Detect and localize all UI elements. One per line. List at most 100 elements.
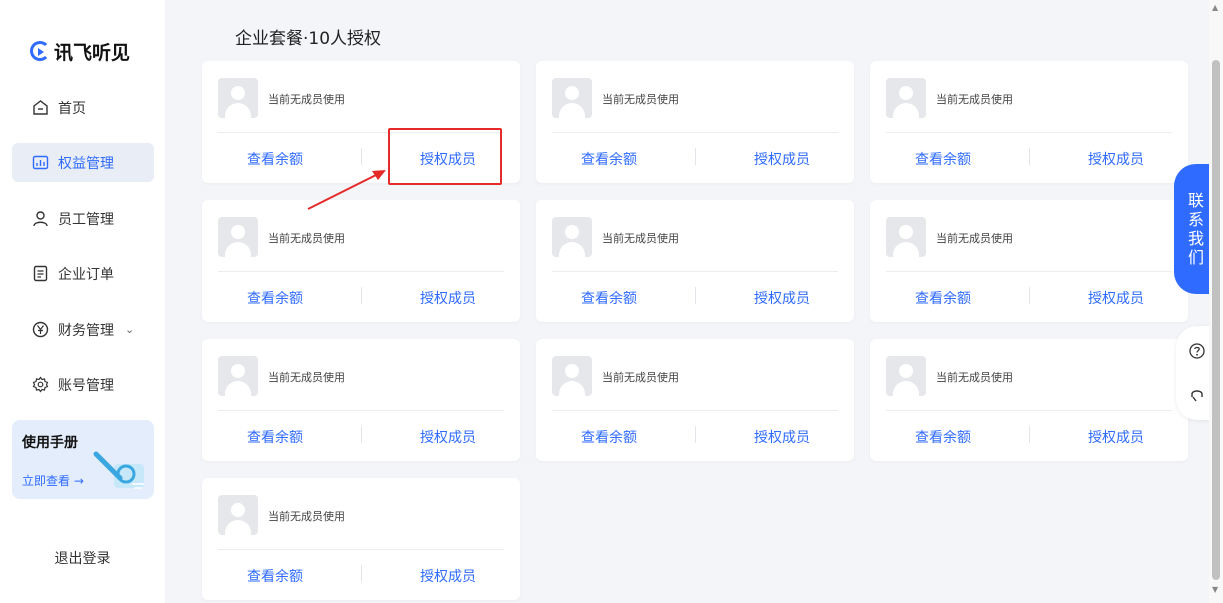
headset-icon[interactable]	[1188, 386, 1206, 404]
sidebar-item-orders[interactable]: 企业订单	[12, 254, 154, 293]
home-icon	[32, 99, 49, 116]
authorize-member-button[interactable]: 授权成员	[420, 427, 476, 447]
divider	[886, 410, 1172, 411]
divider	[552, 271, 838, 272]
license-card: 当前无成员使用 查看余额 授权成员	[536, 200, 854, 322]
sidebar-item-label: 首页	[58, 100, 86, 117]
divider	[1029, 287, 1030, 304]
annotation-arrow-icon	[307, 170, 386, 210]
divider	[1029, 426, 1030, 443]
member-status: 当前无成员使用	[936, 93, 1013, 106]
view-balance-button[interactable]: 查看余额	[915, 427, 971, 447]
sidebar-item-label: 财务管理	[58, 322, 114, 339]
license-card: 当前无成员使用 查看余额 授权成员	[202, 478, 520, 600]
divider	[552, 410, 838, 411]
page-title: 企业套餐·10人授权	[235, 29, 382, 49]
authorize-member-button[interactable]: 授权成员	[1088, 288, 1144, 308]
user-icon	[32, 210, 49, 227]
authorize-member-button[interactable]: 授权成员	[1088, 149, 1144, 169]
divider	[695, 287, 696, 304]
divider	[695, 148, 696, 165]
scroll-thumb[interactable]	[1212, 60, 1220, 580]
view-balance-button[interactable]: 查看余额	[915, 149, 971, 169]
sidebar-item-finance[interactable]: 财务管理 ⌄	[12, 310, 154, 349]
view-balance-button[interactable]: 查看余额	[247, 149, 303, 169]
member-status: 当前无成员使用	[268, 232, 345, 245]
logo[interactable]: 讯飞听见	[30, 38, 130, 64]
avatar	[218, 495, 258, 535]
divider	[886, 271, 1172, 272]
contact-char: 系	[1187, 210, 1204, 229]
document-icon	[32, 265, 49, 282]
authorize-member-button[interactable]: 授权成员	[754, 149, 810, 169]
avatar	[552, 217, 592, 257]
sidebar-item-benefits[interactable]: 权益管理	[12, 143, 154, 182]
scroll-down-icon[interactable]: ▼	[1212, 585, 1218, 594]
divider	[218, 271, 504, 272]
view-balance-button[interactable]: 查看余额	[915, 288, 971, 308]
avatar	[552, 78, 592, 118]
license-card: 当前无成员使用 查看余额 授权成员	[202, 339, 520, 461]
view-balance-button[interactable]: 查看余额	[247, 566, 303, 586]
member-status: 当前无成员使用	[936, 371, 1013, 384]
avatar	[886, 217, 926, 257]
license-card: 当前无成员使用 查看余额 授权成员	[536, 339, 854, 461]
license-card: 当前无成员使用 查看余额 授权成员	[870, 200, 1188, 322]
user-manual-card[interactable]: 使用手册 立即查看 →	[12, 420, 154, 499]
logout-button[interactable]: 退出登录	[0, 548, 165, 568]
view-balance-button[interactable]: 查看余额	[247, 427, 303, 447]
divider	[361, 565, 362, 582]
view-balance-button[interactable]: 查看余额	[581, 427, 637, 447]
chart-icon	[32, 154, 49, 171]
member-status: 当前无成员使用	[268, 93, 345, 106]
member-status: 当前无成员使用	[602, 371, 679, 384]
license-card: 当前无成员使用 查看余额 授权成员	[536, 61, 854, 183]
question-icon[interactable]	[1188, 342, 1206, 360]
manual-view-link[interactable]: 立即查看 →	[22, 472, 84, 489]
avatar	[886, 356, 926, 396]
sidebar-item-label: 账号管理	[58, 377, 114, 394]
divider	[886, 132, 1172, 133]
logo-icon	[30, 41, 50, 61]
sidebar-item-label: 企业订单	[58, 266, 114, 283]
view-balance-button[interactable]: 查看余额	[581, 149, 637, 169]
member-status: 当前无成员使用	[602, 232, 679, 245]
gear-icon	[32, 376, 49, 393]
authorize-member-button[interactable]: 授权成员	[420, 566, 476, 586]
sidebar-item-home[interactable]: 首页	[12, 88, 154, 127]
authorize-member-button[interactable]: 授权成员	[420, 288, 476, 308]
avatar	[218, 356, 258, 396]
scrollbar[interactable]: ▲ ▼	[1209, 0, 1223, 603]
view-balance-button[interactable]: 查看余额	[581, 288, 637, 308]
member-status: 当前无成员使用	[268, 371, 345, 384]
divider	[695, 426, 696, 443]
view-balance-button[interactable]: 查看余额	[247, 288, 303, 308]
license-card: 当前无成员使用 查看余额 授权成员	[870, 339, 1188, 461]
sidebar: 讯飞听见 首页 权益管理 员工管理 企业订单 财务管理 ⌄ 账号管理 使用手册 …	[0, 0, 165, 603]
divider	[218, 549, 504, 550]
divider	[218, 410, 504, 411]
divider	[361, 426, 362, 443]
yen-icon	[32, 321, 49, 338]
authorize-member-button[interactable]: 授权成员	[1088, 427, 1144, 447]
sidebar-item-staff[interactable]: 员工管理	[12, 199, 154, 238]
sidebar-item-label: 权益管理	[58, 155, 114, 172]
authorize-member-button[interactable]: 授权成员	[754, 427, 810, 447]
member-status: 当前无成员使用	[602, 93, 679, 106]
avatar	[218, 78, 258, 118]
chevron-down-icon: ⌄	[125, 323, 135, 336]
contact-char: 联	[1187, 191, 1204, 210]
member-status: 当前无成员使用	[268, 510, 345, 523]
authorize-member-button[interactable]: 授权成员	[754, 288, 810, 308]
avatar	[218, 217, 258, 257]
sidebar-item-account[interactable]: 账号管理	[12, 365, 154, 404]
avatar	[552, 356, 592, 396]
manual-illustration-icon	[93, 451, 144, 489]
member-status: 当前无成员使用	[936, 232, 1013, 245]
avatar	[886, 78, 926, 118]
scroll-up-icon[interactable]: ▲	[1212, 3, 1218, 12]
logo-text: 讯飞听见	[54, 41, 131, 64]
highlight-box	[388, 128, 502, 185]
sidebar-item-label: 员工管理	[58, 211, 114, 228]
divider	[552, 132, 838, 133]
